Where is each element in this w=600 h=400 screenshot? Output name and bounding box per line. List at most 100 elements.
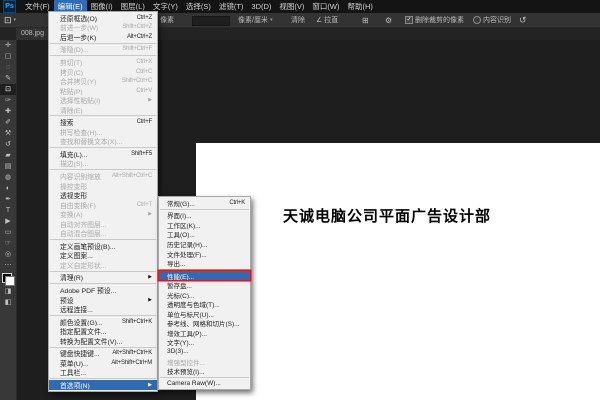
edit-menu-item[interactable]: 预设▶ xyxy=(49,295,157,305)
zoom-tool[interactable]: ◎ xyxy=(0,249,16,260)
submenu-arrow-icon: ▶ xyxy=(148,97,152,103)
healing-brush-tool[interactable]: ✚ xyxy=(0,106,16,117)
edit-menu-item[interactable]: Adobe PDF 预设... xyxy=(49,285,157,295)
edit-menu-item[interactable]: 定义画笔预设(B)... xyxy=(49,241,157,251)
eraser-tool[interactable]: ▰ xyxy=(0,150,16,161)
edit-menu-item-label: 清除(E) xyxy=(60,105,83,115)
screen-mode-button[interactable]: ◧ xyxy=(0,297,16,308)
menu-item[interactable]: 帮助(H) xyxy=(344,0,377,13)
crop-resolution-input[interactable] xyxy=(192,16,230,26)
edit-menu-item-shortcut: Shift+F5 xyxy=(131,151,152,157)
dodge-tool[interactable]: ◐ xyxy=(0,183,16,194)
quick-selection-tool[interactable]: ✎ xyxy=(0,73,16,84)
edit-menu-item[interactable]: 工具栏... xyxy=(49,368,157,378)
menu-separator xyxy=(160,209,249,210)
type-tool[interactable]: T xyxy=(0,205,16,216)
edit-menu-item[interactable]: 键盘快捷键...Alt+Shift+Ctrl+K xyxy=(49,349,157,359)
edit-menu-item-label: 选择性粘贴(I) xyxy=(60,95,100,105)
preferences-submenu-item[interactable]: 单位与标尺(U)... xyxy=(159,309,250,319)
preferences-submenu-item[interactable]: 工作区(K)... xyxy=(159,220,250,230)
preferences-submenu-item[interactable]: 性能(E)... xyxy=(159,271,250,281)
clone-stamp-tool[interactable]: ⚒ xyxy=(0,128,16,139)
move-tool[interactable]: ✛ xyxy=(0,40,16,51)
crop-tool-preset-button[interactable]: ⊡ ▾ xyxy=(4,13,16,27)
hand-tool[interactable]: ☞ xyxy=(0,238,16,249)
edit-menu-item-shortcut: Ctrl+X xyxy=(136,59,152,65)
edit-menu-item: 自动混合图层... xyxy=(49,228,157,238)
lasso-tool[interactable]: ◌ xyxy=(0,62,16,73)
edit-menu-item: 描边(S)... xyxy=(49,159,157,169)
preferences-submenu-item-label: 文字(Y)... xyxy=(167,338,194,348)
edit-menu-item: 剪切(T)Ctrl+X xyxy=(49,57,157,67)
edit-menu-item-label: 描边(S)... xyxy=(60,159,88,169)
edit-menu-item[interactable]: 后退一步(K)Alt+Ctrl+Z xyxy=(49,32,157,42)
menu-item[interactable]: 选择(S) xyxy=(182,0,215,13)
crop-tool[interactable]: ⊡ xyxy=(0,84,16,95)
edit-menu-item-label: 还原框选(O) xyxy=(60,13,97,23)
delete-cropped-pixels-checkbox[interactable]: ✓ 删除裁剪的像素 xyxy=(405,13,464,27)
edit-menu-item[interactable]: 远程连接... xyxy=(49,304,157,314)
menu-separator xyxy=(50,147,156,148)
overlay-options-button[interactable]: ⊞ xyxy=(362,13,369,27)
preferences-submenu-item[interactable]: 文件处理(F)... xyxy=(159,249,250,259)
background-color-swatch[interactable] xyxy=(5,276,15,286)
edit-menu-item-label: 键盘快捷键... xyxy=(60,349,100,359)
history-brush-tool[interactable]: ↺ xyxy=(0,139,16,150)
edit-menu-item[interactable]: 搜索Ctrl+F xyxy=(49,117,157,127)
preferences-submenu-item[interactable]: 历史记录(H)... xyxy=(159,239,250,249)
menu-item[interactable]: 窗口(W) xyxy=(308,0,343,13)
edit-menu-item[interactable]: 还原框选(O)Ctrl+Z xyxy=(49,13,157,23)
preferences-submenu-item[interactable]: 参考线、网格和切片(S)... xyxy=(159,319,250,329)
preferences-submenu-item[interactable]: 技术预览(I)... xyxy=(159,366,250,376)
preferences-submenu-item[interactable]: 常规(G)...Ctrl+K xyxy=(159,198,250,208)
shape-tool[interactable]: ▭ xyxy=(0,227,16,238)
content-aware-label: 内容识别 xyxy=(483,15,511,25)
edit-menu-item[interactable]: 菜单(U)...Alt+Shift+Ctrl+M xyxy=(49,358,157,368)
preferences-submenu-item[interactable]: 3D(3)... xyxy=(159,347,250,357)
reset-button[interactable]: ↺ xyxy=(519,13,527,27)
document-canvas[interactable]: 天诚电脑公司平面广告设计部 xyxy=(196,143,600,400)
preferences-submenu-item-label: 光标(C)... xyxy=(167,290,194,300)
edit-menu-item[interactable]: 定义图案... xyxy=(49,251,157,261)
color-swatches[interactable] xyxy=(2,273,15,286)
clear-button[interactable]: 清除 xyxy=(291,13,305,27)
preferences-submenu-item[interactable]: 增效工具(P)... xyxy=(159,328,250,338)
edit-menu-item[interactable]: 首选项(N)▶ xyxy=(49,380,157,390)
edit-menu-item-label: 拷贝(C) xyxy=(60,67,83,77)
edit-menu-item-label: 粘贴(P) xyxy=(60,86,83,96)
resolution-unit-dropdown[interactable]: 像素/厘米 ▾ xyxy=(238,13,272,27)
edit-menu-item[interactable]: 清理(R)▶ xyxy=(49,273,157,283)
quick-mask-button[interactable]: ◨ xyxy=(0,286,16,297)
content-aware-checkbox[interactable]: 内容识别 xyxy=(473,13,511,27)
edit-menu-item[interactable]: 转换为配置文件(V)... xyxy=(49,336,157,346)
edit-menu-item[interactable]: 指定配置文件... xyxy=(49,326,157,336)
edit-toolbar-button[interactable]: ⋯ xyxy=(0,260,16,271)
preferences-submenu-item[interactable]: 暂存盘... xyxy=(159,280,250,290)
pen-tool[interactable]: ✒ xyxy=(0,194,16,205)
preferences-submenu-item[interactable]: 文字(Y)... xyxy=(159,338,250,348)
preferences-submenu-item[interactable]: 工具(O)... xyxy=(159,230,250,240)
edit-menu-item[interactable]: 透视变形 xyxy=(49,190,157,200)
preferences-submenu-item[interactable]: Camera Raw(W)... xyxy=(159,379,250,389)
preferences-submenu-item[interactable]: 界面(I)... xyxy=(159,211,250,221)
edit-menu-item[interactable]: 颜色设置(G)...Shift+Ctrl+K xyxy=(49,317,157,327)
crop-settings-gear-icon[interactable]: ⚙ xyxy=(385,13,392,27)
menu-item[interactable]: 视图(V) xyxy=(275,0,308,13)
menu-item[interactable]: 滤镜(T) xyxy=(215,0,248,13)
gradient-tool[interactable]: ▤ xyxy=(0,161,16,172)
preferences-submenu-item-label: 性能(E)... xyxy=(167,271,194,281)
preferences-submenu-item[interactable]: 透明度与色域(T)... xyxy=(159,299,250,309)
edit-menu-item[interactable]: 填充(L)...Shift+F5 xyxy=(49,149,157,159)
marquee-tool[interactable]: ▢ xyxy=(0,51,16,62)
brush-tool[interactable]: ✐ xyxy=(0,117,16,128)
eyedropper-tool[interactable]: ✑ xyxy=(0,95,16,106)
preferences-submenu-item[interactable]: 光标(C)... xyxy=(159,290,250,300)
blur-tool[interactable]: ◍ xyxy=(0,172,16,183)
menu-separator xyxy=(50,315,156,316)
menu-separator xyxy=(50,169,156,170)
edit-menu-dropdown: 还原框选(O)Ctrl+Z前进一步(W)Shift+Ctrl+Z后退一步(K)A… xyxy=(48,11,158,392)
path-selection-tool[interactable]: ▶ xyxy=(0,216,16,227)
straighten-button[interactable]: ∠ 拉直 xyxy=(316,13,338,27)
preferences-submenu-item[interactable]: 导出... xyxy=(159,258,250,268)
menu-item[interactable]: 3D(D) xyxy=(247,1,275,12)
